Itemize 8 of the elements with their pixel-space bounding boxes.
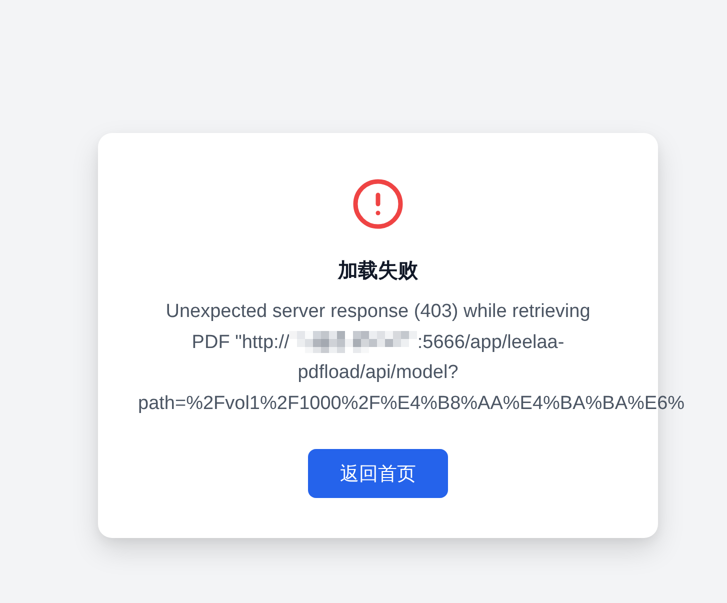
error-message-text: PDF "http:// [192, 332, 290, 352]
error-message-text: path=%2Fvol1%2F1000%2F%E4%B8%AA%E4%BA%BA%E6% [138, 392, 685, 414]
error-message-text: pdfload/api/model? [298, 362, 458, 383]
error-message-text: Unexpected server response (403) while retrieving [166, 301, 590, 322]
error-title: 加载失败 [338, 259, 418, 284]
back-home-button[interactable]: 返回首页 [308, 449, 448, 498]
exclamation-circle-icon [351, 177, 405, 231]
error-message-text: :5666/app/leelaa- [417, 332, 564, 352]
